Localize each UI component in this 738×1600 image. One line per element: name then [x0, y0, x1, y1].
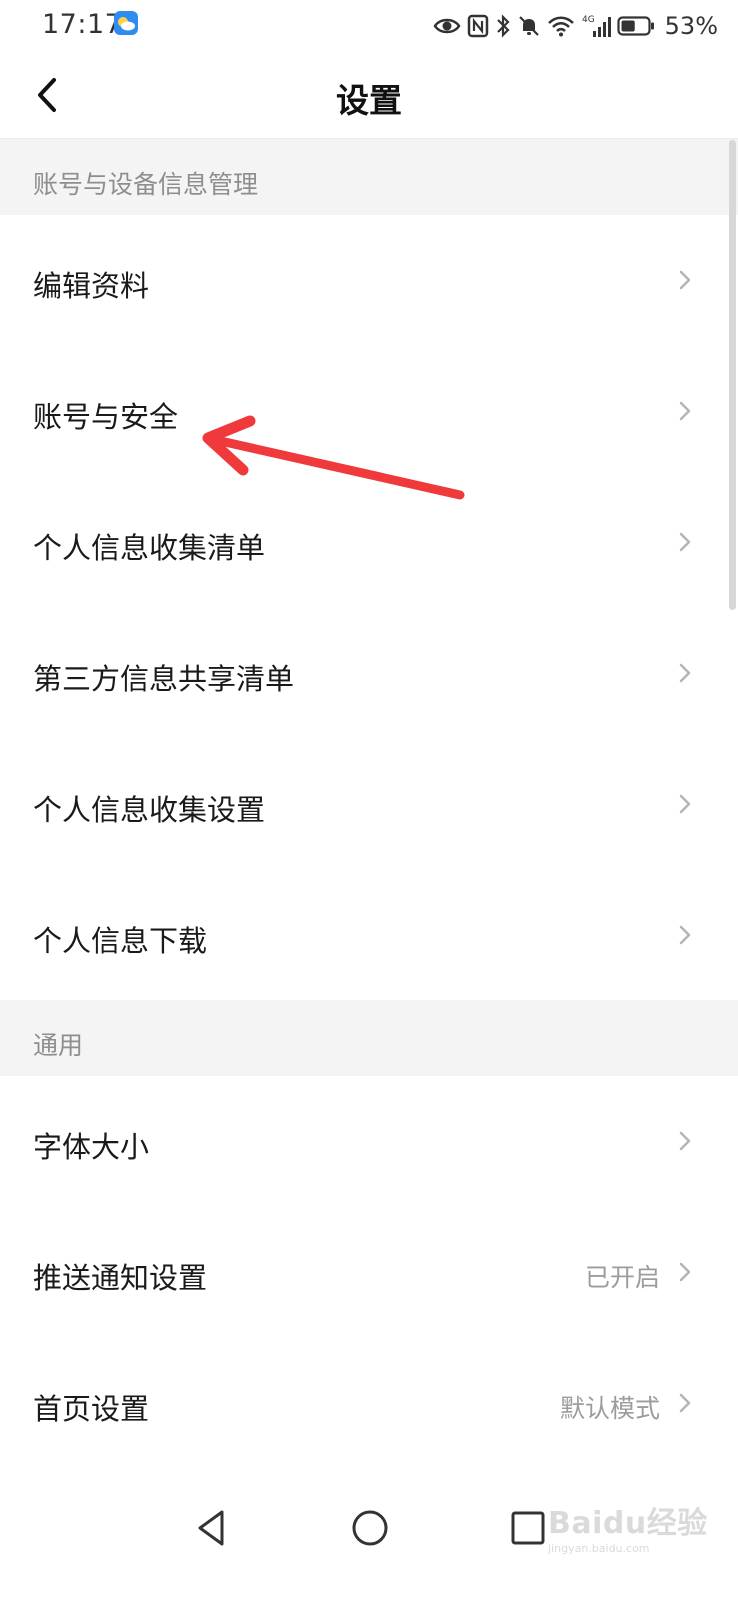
- battery-percent: 53%: [664, 12, 718, 40]
- wifi-icon: [547, 15, 575, 37]
- battery-icon: [617, 15, 655, 37]
- scrollbar[interactable]: [729, 140, 736, 610]
- baidu-watermark: Baidu经验 jingyan.baidu.com: [548, 1490, 708, 1564]
- section-header-account: 账号与设备信息管理: [0, 139, 738, 215]
- row-edit-profile[interactable]: 编辑资料: [0, 215, 722, 346]
- weather-icon: [114, 11, 138, 35]
- chevron-right-icon: [679, 663, 691, 683]
- eye-icon: [433, 16, 461, 36]
- row-third-party-sharing[interactable]: 第三方信息共享清单: [0, 608, 722, 739]
- row-label: 字体大小: [33, 1130, 150, 1164]
- row-personal-info-list[interactable]: 个人信息收集清单: [0, 477, 722, 608]
- row-label: 推送通知设置: [33, 1261, 208, 1295]
- chevron-right-icon: [679, 794, 691, 814]
- back-triangle-icon[interactable]: [184, 1500, 240, 1556]
- chevron-right-icon: [679, 532, 691, 552]
- section-title: 账号与设备信息管理: [33, 170, 259, 199]
- row-value: 已开启: [584, 1263, 660, 1292]
- watermark-brand: Baidu经验: [548, 1506, 708, 1541]
- bluetooth-icon: [495, 13, 511, 39]
- status-time: 17:17: [42, 9, 123, 40]
- chevron-right-icon: [679, 1131, 691, 1151]
- row-label: 个人信息收集清单: [33, 531, 266, 565]
- row-label: 个人信息收集设置: [33, 793, 266, 827]
- section-header-general: 通用: [0, 1000, 738, 1076]
- row-info-collection-settings[interactable]: 个人信息收集设置: [0, 739, 722, 870]
- row-label: 编辑资料: [33, 269, 150, 303]
- row-home-settings[interactable]: 首页设置 默认模式: [0, 1338, 722, 1469]
- app-header: 设置: [0, 52, 738, 139]
- status-bar: 17:17 4G 53%: [0, 0, 738, 52]
- home-circle-icon[interactable]: [342, 1500, 398, 1556]
- page-title: 设置: [336, 81, 402, 120]
- row-account-security[interactable]: 账号与安全: [0, 346, 722, 477]
- watermark-url: jingyan.baidu.com: [548, 1542, 650, 1555]
- mute-icon: [517, 14, 541, 38]
- chevron-right-icon: [679, 1393, 691, 1413]
- section-title: 通用: [33, 1031, 84, 1060]
- nfc-icon: [467, 14, 489, 38]
- row-value: 默认模式: [559, 1394, 660, 1423]
- row-label: 首页设置: [33, 1392, 150, 1426]
- chevron-right-icon: [679, 1262, 691, 1282]
- chevron-right-icon: [679, 925, 691, 945]
- row-info-download[interactable]: 个人信息下载: [0, 870, 722, 1001]
- chevron-right-icon: [679, 401, 691, 421]
- row-font-size[interactable]: 字体大小: [0, 1076, 722, 1207]
- chevron-right-icon: [679, 270, 691, 290]
- row-push-notifications[interactable]: 推送通知设置 已开启: [0, 1207, 722, 1338]
- row-label: 个人信息下载: [33, 924, 208, 958]
- battery-level-fill: [621, 20, 635, 32]
- network-label: 4G: [582, 15, 595, 25]
- signal-4g-icon: 4G: [581, 13, 611, 39]
- row-label: 账号与安全: [33, 400, 179, 434]
- row-label: 第三方信息共享清单: [33, 662, 295, 696]
- status-icons: 4G 53%: [433, 10, 718, 42]
